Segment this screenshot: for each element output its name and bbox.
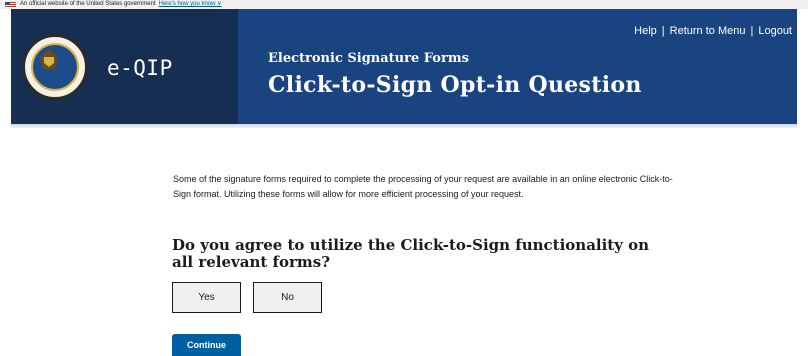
nav-separator: | <box>750 25 754 37</box>
help-link[interactable]: Help <box>634 25 657 37</box>
app-name: e-QIP <box>107 56 173 80</box>
continue-button[interactable]: Continue <box>172 334 241 356</box>
gov-banner: An official website of the United States… <box>0 0 808 9</box>
page-title: Click-to-Sign Opt-in Question <box>268 72 642 98</box>
header-divider <box>11 124 797 128</box>
site-header: e-QIP Help | Return to Menu | Logout Ele… <box>11 9 797 124</box>
return-to-menu-link[interactable]: Return to Menu <box>670 25 746 37</box>
opt-in-question: Do you agree to utilize the Click-to-Sig… <box>172 236 650 271</box>
us-flag-icon <box>5 1 16 8</box>
opm-seal-logo <box>22 34 88 100</box>
header-brand-panel: e-QIP <box>11 9 238 124</box>
gov-banner-text: An official website of the United States… <box>20 1 156 7</box>
logout-link[interactable]: Logout <box>758 25 792 37</box>
heres-how-you-know-link[interactable]: Here's how you know ∨ <box>159 0 222 9</box>
nav-separator: | <box>661 25 665 37</box>
yes-button[interactable]: Yes <box>172 282 241 313</box>
page-subtitle: Electronic Signature Forms <box>268 51 469 66</box>
top-nav: Help | Return to Menu | Logout <box>634 25 792 37</box>
seal-ring <box>31 43 79 91</box>
intro-paragraph: Some of the signature forms required to … <box>173 174 673 199</box>
no-button[interactable]: No <box>253 282 322 313</box>
